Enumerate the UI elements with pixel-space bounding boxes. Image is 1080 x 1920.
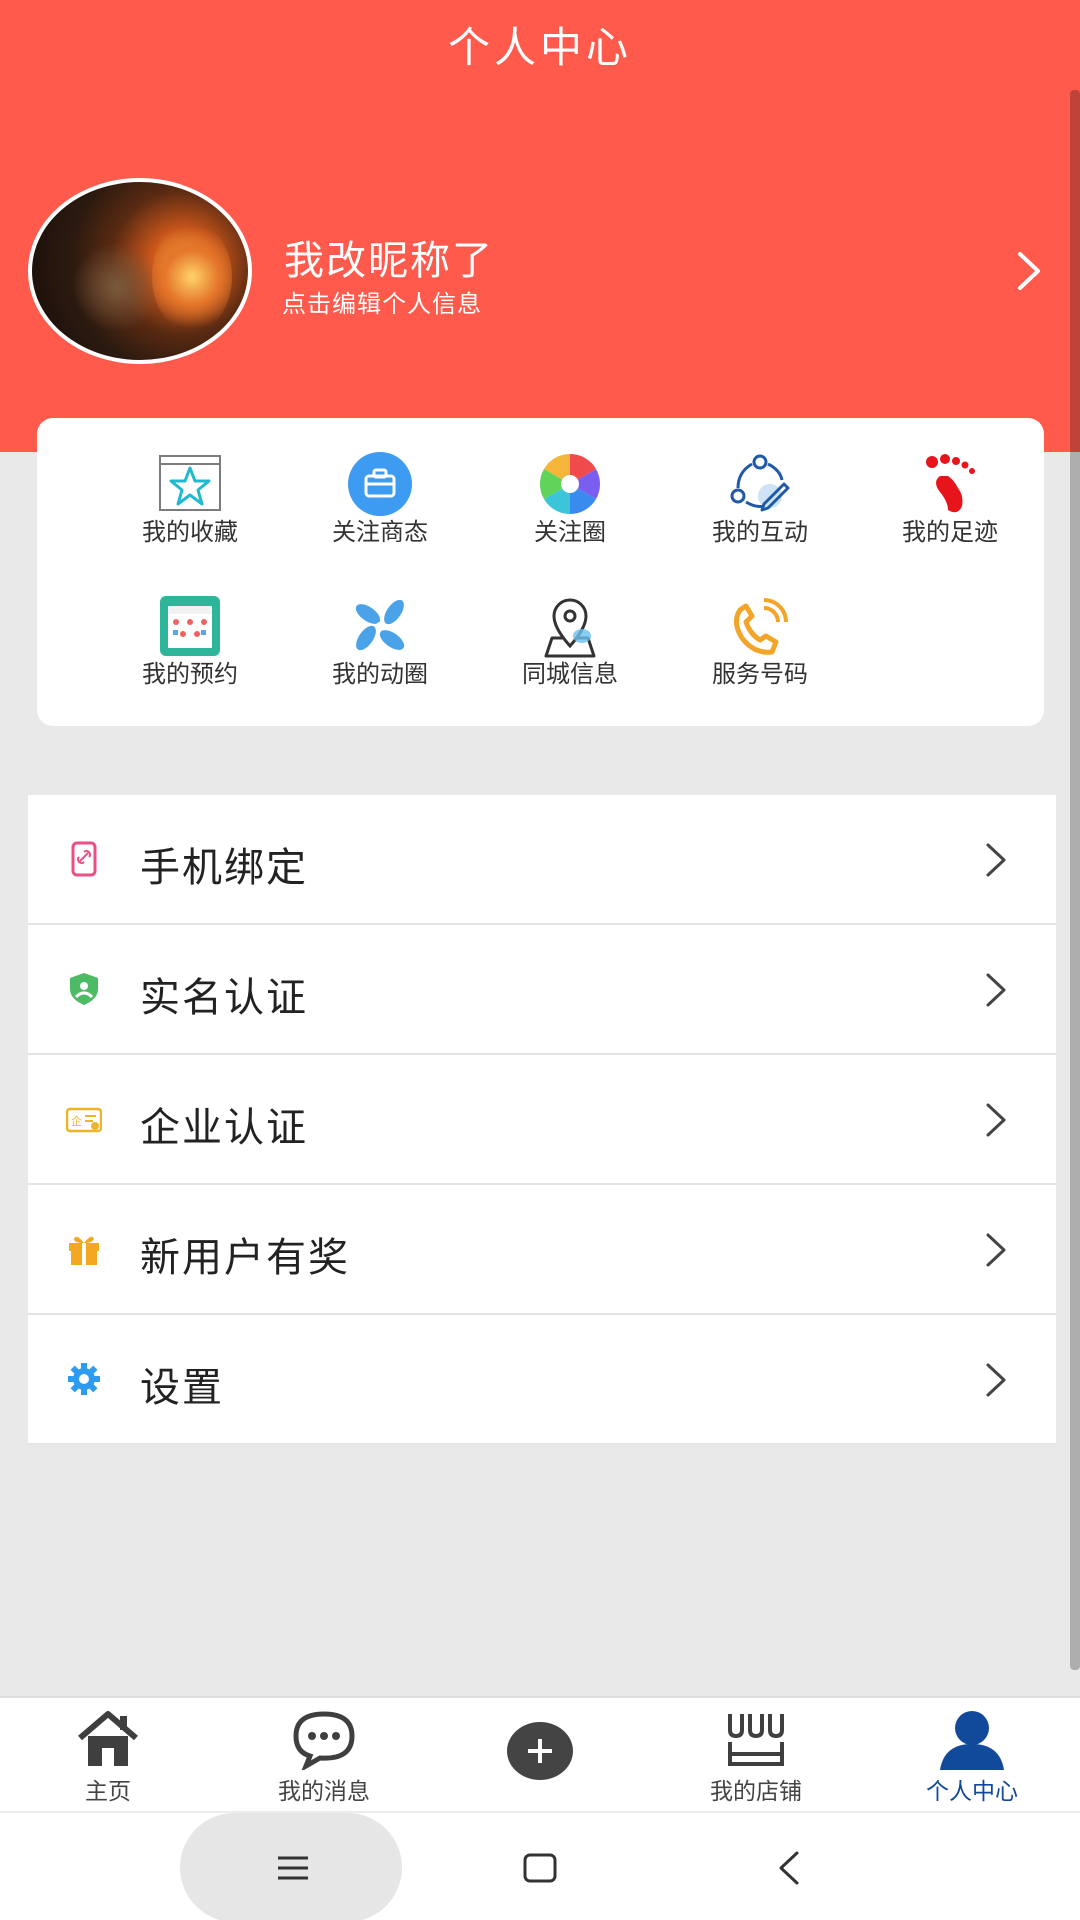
- menu-item-new-user-reward[interactable]: 新用户有奖: [28, 1185, 1056, 1315]
- phone-icon: [734, 598, 788, 655]
- aperture-icon: [539, 454, 601, 514]
- chevron-right-icon: [986, 843, 1006, 877]
- edit-profile-hint[interactable]: 点击编辑个人信息: [282, 284, 482, 319]
- back-icon[interactable]: [765, 1843, 815, 1893]
- quick-action-footprint[interactable]: 我的足迹: [855, 452, 1045, 562]
- system-nav-bar: [0, 1811, 1080, 1920]
- enterprise-badge-icon: 企: [66, 1107, 102, 1133]
- quick-action-service-number[interactable]: 服务号码: [665, 594, 855, 704]
- home-icon: [78, 1711, 138, 1766]
- message-icon: [293, 1711, 355, 1770]
- gear-icon: [68, 1363, 100, 1395]
- chevron-right-icon: [986, 1103, 1006, 1137]
- gift-icon: [69, 1236, 99, 1265]
- nickname[interactable]: 我改昵称了: [284, 228, 494, 286]
- quick-action-local-info[interactable]: 同城信息: [475, 594, 665, 704]
- tab-home[interactable]: 主页: [0, 1698, 216, 1813]
- svg-text:企: 企: [71, 1114, 82, 1128]
- quick-action-favorites[interactable]: 我的收藏: [95, 452, 285, 562]
- tab-my-shop[interactable]: 我的店铺: [648, 1698, 864, 1813]
- chevron-right-icon: [986, 973, 1006, 1007]
- footprint-icon: [926, 454, 975, 513]
- star-icon: [159, 455, 221, 511]
- avatar[interactable]: [28, 178, 252, 364]
- tab-messages[interactable]: 我的消息: [216, 1698, 432, 1813]
- quick-action-follow-business[interactable]: 关注商态: [285, 452, 475, 562]
- interaction-icon: [730, 454, 790, 512]
- tab-add[interactable]: [432, 1698, 648, 1813]
- location-pin-icon: [544, 598, 596, 658]
- add-icon: [507, 1722, 573, 1780]
- pinwheel-icon: [355, 599, 405, 651]
- settings-menu: 手机绑定 实名认证 企 企业认证 新用户有奖 设置: [28, 795, 1056, 1445]
- phone-link-icon: [71, 841, 97, 877]
- shop-icon: [728, 1714, 784, 1766]
- shield-user-icon: [70, 973, 98, 1005]
- quick-action-interaction[interactable]: 我的互动: [665, 452, 855, 562]
- menu-item-phone-binding[interactable]: 手机绑定: [28, 795, 1056, 925]
- menu-item-real-name[interactable]: 实名认证: [28, 925, 1056, 1055]
- chevron-right-icon[interactable]: [1012, 250, 1046, 292]
- menu-icon[interactable]: [268, 1843, 318, 1893]
- quick-actions-card: 我的收藏 关注商态 关注圈 我的互动 我的足迹 我的预约 我的动圈 同城信息 服…: [37, 418, 1044, 726]
- tab-profile[interactable]: 个人中心: [864, 1698, 1080, 1813]
- quick-action-appointment[interactable]: 我的预约: [95, 594, 285, 704]
- home-square-icon[interactable]: [515, 1843, 565, 1893]
- quick-action-my-circle[interactable]: 我的动圈: [285, 594, 475, 704]
- chevron-right-icon: [986, 1233, 1006, 1267]
- bottom-tab-bar: 主页 我的消息 我的店铺 个人中心: [0, 1696, 1080, 1811]
- calendar-icon: [160, 596, 220, 656]
- page-title: 个人中心: [447, 23, 632, 72]
- chevron-right-icon: [986, 1363, 1006, 1397]
- user-icon: [940, 1711, 1004, 1770]
- briefcase-icon: [348, 452, 412, 516]
- quick-action-follow-circle[interactable]: 关注圈: [475, 452, 665, 562]
- menu-item-settings[interactable]: 设置: [28, 1315, 1056, 1445]
- scrollbar[interactable]: [1070, 90, 1080, 1670]
- menu-item-enterprise[interactable]: 企 企业认证: [28, 1055, 1056, 1185]
